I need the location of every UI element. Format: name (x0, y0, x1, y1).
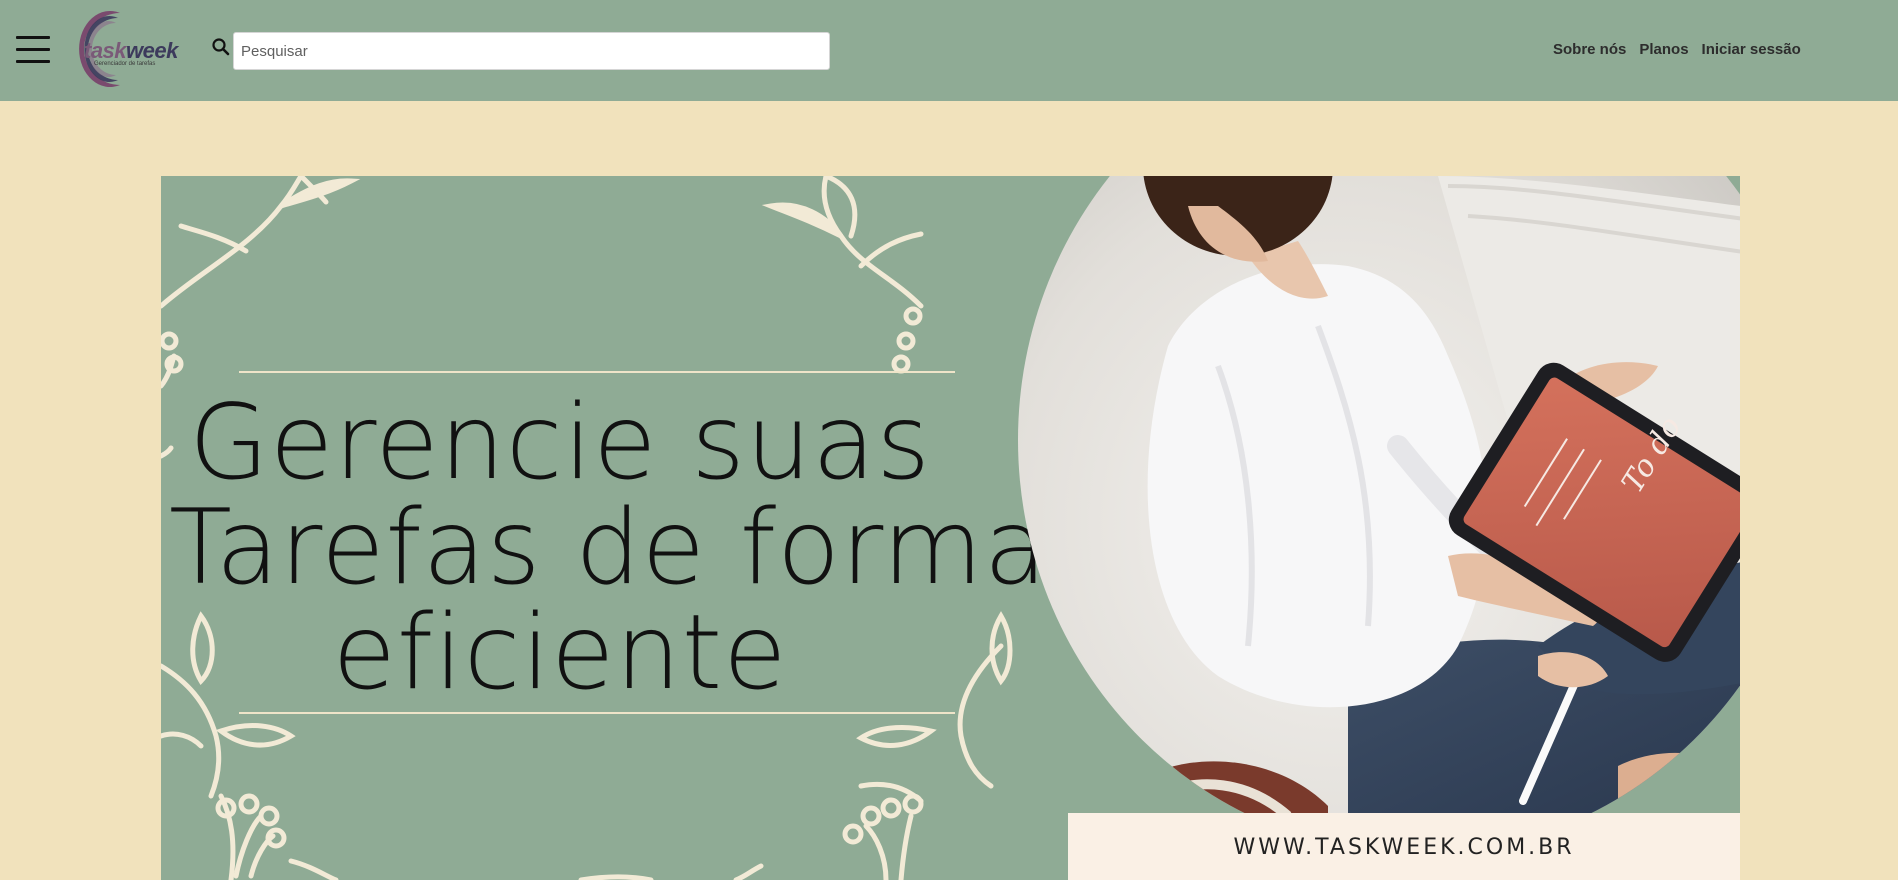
hero-banner: Gerencie suas Tarefas de forma eficiente (161, 176, 1740, 880)
taskweek-logo[interactable]: taskweek Gerenciador de tarefas (60, 9, 178, 89)
hero-headline: Gerencie suas Tarefas de forma eficiente (169, 383, 1048, 713)
top-nav: Sobre nós Planos Iniciar sessão (1553, 41, 1801, 58)
headline-line-1: Gerencie suas (189, 383, 931, 503)
hamburger-menu-icon[interactable] (16, 36, 50, 64)
nav-link-planos[interactable]: Planos (1639, 41, 1688, 58)
headline-line-2: Tarefas de forma (169, 488, 1048, 608)
headline-line-3: eficiente (332, 593, 788, 713)
nav-link-sobre-nos[interactable]: Sobre nós (1553, 41, 1626, 58)
website-url[interactable]: WWW.TASKWEEK.COM.BR (1068, 835, 1740, 860)
headline-bottom-rule (239, 712, 955, 714)
top-header: taskweek Gerenciador de tarefas Sobre nó… (0, 0, 1898, 101)
nav-link-iniciar-sessao[interactable]: Iniciar sessão (1702, 41, 1801, 58)
logo-tagline: Gerenciador de tarefas (94, 61, 156, 67)
headline-top-rule (239, 371, 955, 373)
website-url-box: WWW.TASKWEEK.COM.BR (1068, 813, 1740, 880)
search-input[interactable] (233, 32, 830, 70)
search-icon[interactable] (211, 37, 231, 57)
